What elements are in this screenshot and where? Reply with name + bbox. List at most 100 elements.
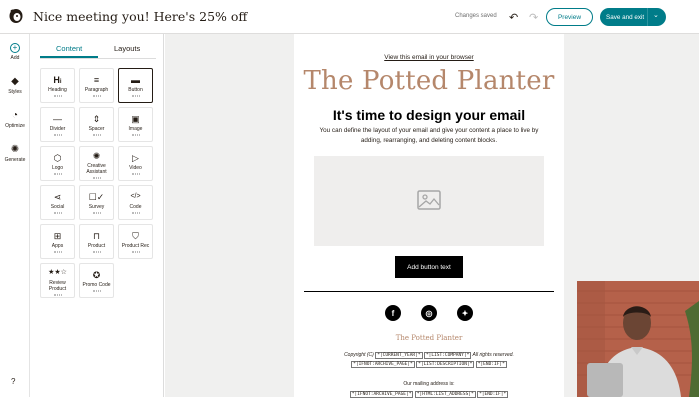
rail-add-label: Add — [10, 55, 20, 61]
product-icon: ⊓ — [92, 231, 101, 241]
facebook-icon[interactable]: f — [385, 305, 401, 321]
block-label: Image — [128, 126, 143, 132]
creative-assistant-icon: ✺ — [92, 151, 101, 161]
block-survey[interactable]: ☐✓ Survey — [79, 185, 114, 220]
image-placeholder[interactable] — [314, 156, 544, 246]
rail-generate[interactable]: ✺ Generate — [0, 144, 30, 163]
block-heading[interactable]: Hi Heading — [40, 68, 75, 103]
drag-handle-icon — [92, 212, 101, 214]
block-label: Divider — [49, 126, 66, 132]
description-line[interactable]: *|IFNOT:ARCHIVE_PAGE|* *|LIST:DESCRIPTIO… — [294, 361, 564, 368]
undo-icon[interactable]: ↶ — [509, 11, 518, 24]
drag-handle-icon — [53, 134, 62, 136]
save-and-exit-button[interactable]: Save and exit ⌄ — [600, 8, 666, 26]
apps-icon: ⊞ — [53, 231, 62, 241]
save-status: Changes saved — [455, 13, 497, 19]
campaign-title[interactable]: Nice meeting you! Here's 25% off — [33, 9, 247, 24]
preview-button[interactable]: Preview — [546, 8, 593, 26]
drag-handle-icon — [131, 212, 140, 214]
brand-header[interactable]: The Potted Planter — [294, 66, 564, 96]
block-video[interactable]: ▷ Video — [118, 146, 153, 181]
block-label: Button — [128, 87, 143, 93]
gauge-icon: ◔ — [11, 110, 19, 121]
sparkle-icon: ✺ — [10, 144, 20, 155]
merge-tag-description: *|LIST:DESCRIPTION|* — [416, 361, 475, 368]
block-label: Promo Code — [82, 282, 111, 288]
tab-layouts[interactable]: Layouts — [114, 44, 140, 53]
block-code[interactable]: </> Code — [118, 185, 153, 220]
block-label: Heading — [48, 87, 67, 93]
block-review-product[interactable]: ★★☆ Review Product — [40, 263, 75, 298]
drag-handle-icon — [131, 95, 140, 97]
block-label: Product — [87, 243, 106, 249]
rail-add[interactable]: + Add — [0, 42, 30, 61]
drag-handle-icon — [53, 251, 62, 253]
copyright-prefix: Copyright (C) — [344, 352, 374, 358]
presenter-video-frame — [577, 281, 699, 397]
presenter-video — [577, 281, 699, 397]
top-bar: Nice meeting you! Here's 25% off Changes… — [0, 0, 699, 34]
drag-handle-icon — [92, 95, 101, 97]
block-creative-assistant[interactable]: ✺ Creative Assistant — [79, 146, 114, 181]
drag-handle-icon — [131, 134, 140, 136]
redo-icon[interactable]: ↷ — [529, 11, 538, 24]
block-logo[interactable]: ⬡ Logo — [40, 146, 75, 181]
block-image[interactable]: ▣ Image — [118, 107, 153, 142]
footer-brand[interactable]: The Potted Planter — [294, 334, 564, 342]
divider-icon: — — [53, 114, 62, 124]
address-line[interactable]: *|IFNOT:ARCHIVE_PAGE|* *|HTML:LIST_ADDRE… — [294, 391, 564, 398]
merge-tag-year: *|CURRENT_YEAR|* — [375, 352, 423, 359]
drag-handle-icon — [131, 251, 140, 253]
block-social[interactable]: ⋖ Social — [40, 185, 75, 220]
instagram-icon[interactable]: ◎ — [421, 305, 437, 321]
divider-line — [304, 291, 554, 292]
add-icon: + — [10, 43, 20, 53]
block-label: Creative Assistant — [86, 163, 107, 175]
block-promo-code[interactable]: ✪ Promo Code — [79, 263, 114, 298]
block-label: Survey — [88, 204, 105, 210]
video-icon: ▷ — [132, 153, 139, 163]
block-spacer[interactable]: ⇕ Spacer — [79, 107, 114, 142]
content-panel: Content Layouts Hi Heading ≡ Paragraph ▬… — [30, 34, 164, 397]
drag-handle-icon — [53, 95, 62, 97]
email-heading[interactable]: It's time to design your email — [294, 107, 564, 123]
drag-handle-icon — [92, 134, 101, 136]
save-and-exit-label: Save and exit — [606, 13, 645, 21]
code-icon: </> — [130, 193, 141, 200]
block-product[interactable]: ⊓ Product — [79, 224, 114, 259]
review-product-icon: ★★☆ — [48, 269, 67, 276]
cta-button[interactable]: Add button text — [395, 256, 463, 278]
rail-styles-label: Styles — [8, 89, 22, 95]
mailing-address-label[interactable]: Our mailing address is: — [294, 381, 564, 387]
email-body-text[interactable]: You can define the layout of your email … — [310, 126, 548, 146]
logo-icon: ⬡ — [53, 153, 62, 163]
help-icon[interactable]: ? — [11, 377, 15, 386]
block-paragraph[interactable]: ≡ Paragraph — [79, 68, 114, 103]
block-label: Video — [129, 165, 142, 171]
merge-tag-company: *|LIST:COMPANY|* — [423, 352, 472, 359]
paragraph-icon: ≡ — [93, 75, 100, 85]
view-in-browser-link[interactable]: View this email in your browser — [294, 54, 564, 61]
block-divider[interactable]: — Divider — [40, 107, 75, 142]
drag-handle-icon — [53, 173, 62, 175]
drag-handle-icon — [92, 290, 101, 292]
left-rail: + Add ◆ Styles ◔ Optimize ✺ Generate ? — [0, 34, 30, 397]
drag-handle-icon — [92, 251, 101, 253]
copyright-line[interactable]: Copyright (C) *|CURRENT_YEAR|* *|LIST:CO… — [294, 352, 564, 359]
rail-generate-label: Generate — [4, 157, 26, 163]
freddie-logo-icon[interactable] — [8, 8, 24, 25]
block-button[interactable]: ▬ Button — [118, 68, 153, 103]
tab-content[interactable]: Content — [56, 44, 82, 53]
image-icon: ▣ — [131, 114, 140, 124]
twitter-icon[interactable]: ✦ — [457, 305, 473, 321]
rail-optimize[interactable]: ◔ Optimize — [0, 110, 30, 129]
block-label: Social — [50, 204, 65, 210]
spacer-icon: ⇕ — [92, 114, 101, 124]
drag-handle-icon — [53, 294, 62, 296]
block-product-rec[interactable]: ⛉ Product Rec — [118, 224, 153, 259]
button-divider — [647, 8, 648, 26]
rail-styles[interactable]: ◆ Styles — [0, 76, 30, 95]
chevron-down-icon[interactable]: ⌄ — [653, 11, 659, 19]
email-preview: View this email in your browser The Pott… — [294, 34, 564, 398]
block-apps[interactable]: ⊞ Apps — [40, 224, 75, 259]
